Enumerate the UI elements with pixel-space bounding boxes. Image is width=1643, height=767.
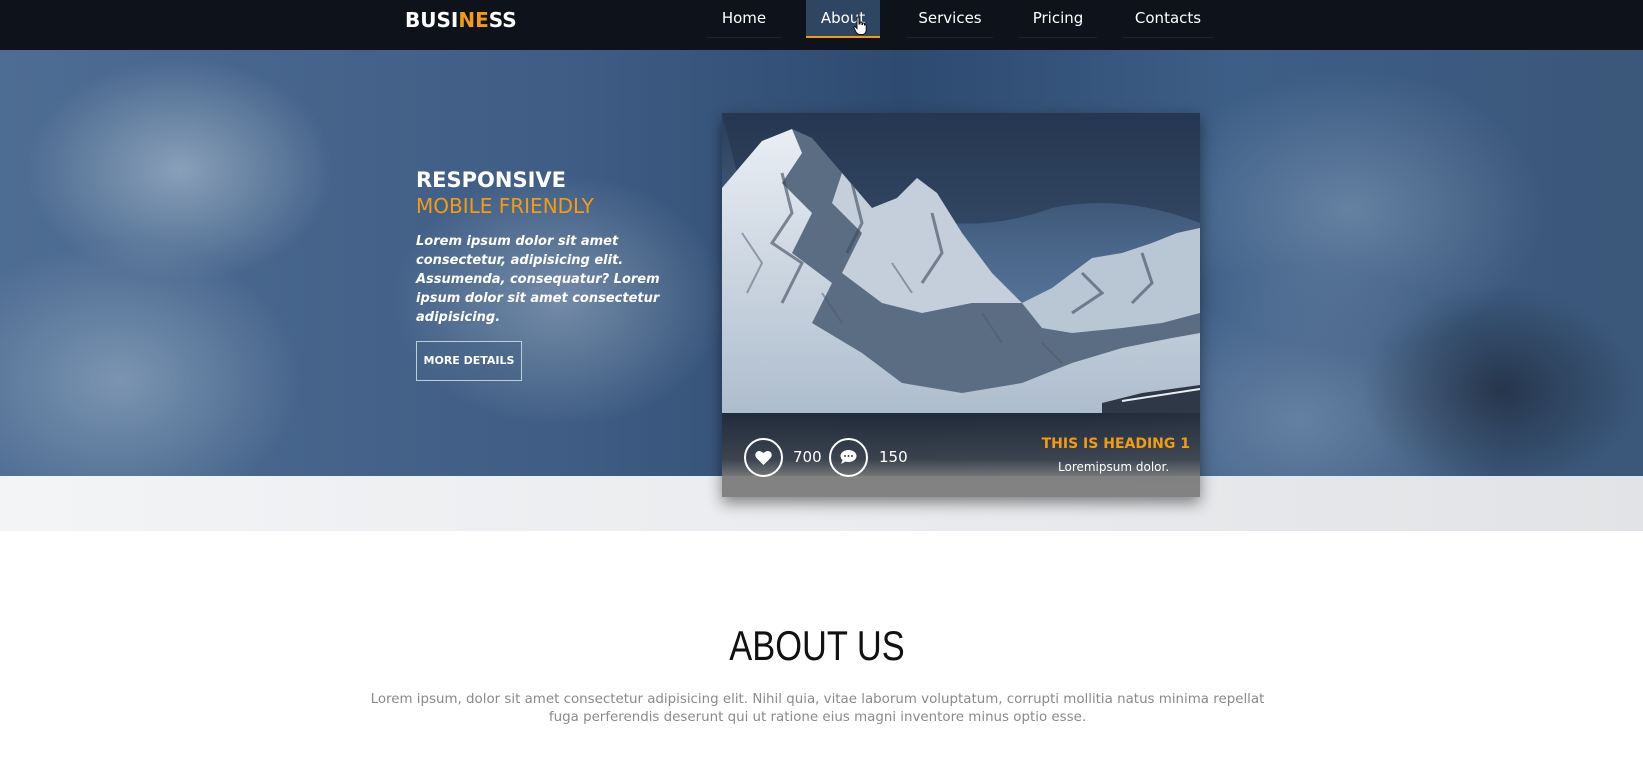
hero-description: Lorem ipsum dolor sit amet consectetur, … bbox=[416, 234, 660, 325]
card-heading: THIS IS HEADING 1 bbox=[1041, 436, 1190, 452]
nav-item-services[interactable]: Services bbox=[907, 0, 993, 38]
hero-subtitle: MOBILE FRIENDLY bbox=[416, 194, 594, 218]
heart-icon bbox=[755, 450, 772, 465]
hero-title: RESPONSIVE bbox=[416, 168, 566, 192]
nav-item-home[interactable]: Home bbox=[707, 0, 781, 38]
card-subtext: Loremipsum dolor. bbox=[1058, 460, 1170, 474]
hand-cursor-icon bbox=[853, 16, 867, 35]
like-button[interactable] bbox=[744, 438, 783, 477]
navbar: BUSINESS Home About Services Pricing Con… bbox=[0, 0, 1643, 50]
mountain-image bbox=[722, 113, 1200, 413]
nav-item-contacts[interactable]: Contacts bbox=[1123, 0, 1213, 38]
about-description: Lorem ipsum, dolor sit amet consectetur … bbox=[370, 692, 1265, 725]
about-title: ABOUT US bbox=[729, 622, 905, 669]
brand-part-3: SS bbox=[488, 8, 517, 32]
comments-count: 150 bbox=[879, 448, 908, 466]
brand-part-1: BUSI bbox=[405, 8, 459, 32]
more-details-button[interactable]: MORE DETAILS bbox=[416, 341, 522, 381]
nav-item-about[interactable]: About bbox=[806, 0, 880, 38]
feature-card: 700 150 THIS IS HEADING 1 Loremipsum dol… bbox=[722, 113, 1200, 497]
comment-button[interactable] bbox=[829, 438, 868, 477]
speech-bubble-icon bbox=[840, 450, 857, 464]
likes-count: 700 bbox=[793, 448, 822, 466]
brand-part-2: NE bbox=[458, 8, 489, 32]
brand-logo[interactable]: BUSINESS bbox=[405, 8, 517, 32]
nav-item-pricing[interactable]: Pricing bbox=[1019, 0, 1097, 38]
card-footer: 700 150 THIS IS HEADING 1 Loremipsum dol… bbox=[722, 413, 1200, 497]
